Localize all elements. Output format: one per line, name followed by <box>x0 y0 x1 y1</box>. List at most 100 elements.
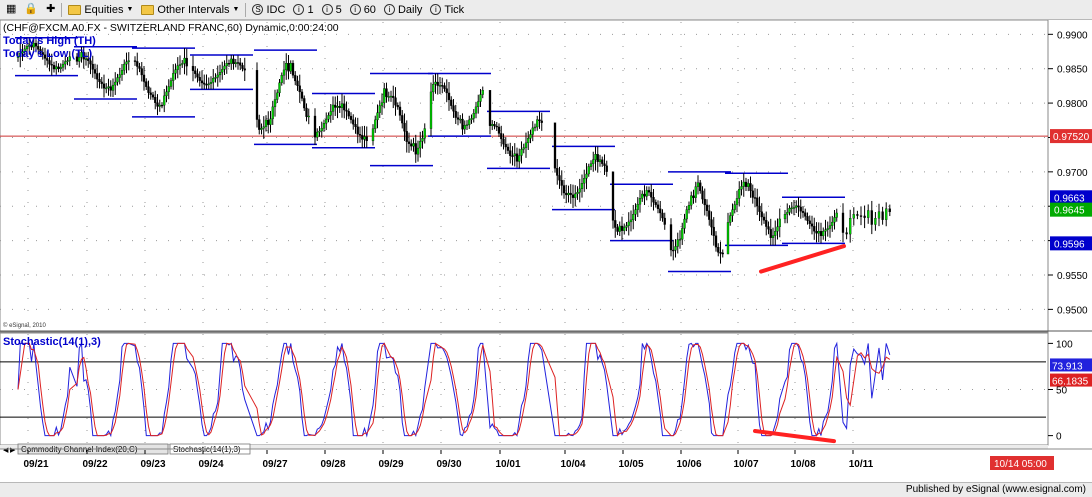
candle-body <box>61 63 65 68</box>
candle-body <box>641 193 644 199</box>
candle-body <box>520 149 523 156</box>
chevron-right-icon: ▶ <box>10 447 16 454</box>
toolbar-item-idc[interactable]: S IDC <box>250 2 287 18</box>
candle-body <box>230 58 233 64</box>
candle-body <box>767 226 770 230</box>
candle-body <box>663 217 666 225</box>
candle-body <box>322 123 326 129</box>
candle-body <box>262 126 265 129</box>
candle-body <box>738 189 741 199</box>
toolbar-item-lock[interactable]: 🔒 <box>22 2 40 18</box>
candle-body <box>792 207 796 209</box>
candle-body <box>731 209 734 216</box>
candle-body <box>234 62 237 65</box>
lock-icon: 🔒 <box>24 3 39 15</box>
candle-body <box>401 115 404 124</box>
candle-body <box>493 124 496 127</box>
candle-body <box>833 217 836 223</box>
candle-body <box>614 220 617 228</box>
x-tick-label: 10/01 <box>495 459 520 470</box>
circle-i-icon: i <box>430 4 442 15</box>
candle-body <box>778 218 781 228</box>
candle-body <box>678 239 682 241</box>
toolbar-item-5[interactable]: i5 <box>320 2 344 18</box>
candle-body <box>733 204 736 210</box>
x-tick-label: 10/11 <box>849 459 874 470</box>
candle-body <box>325 119 328 124</box>
candle-body <box>392 95 395 98</box>
candle-body <box>841 212 845 233</box>
candle-body <box>683 218 686 229</box>
y-tick-label: 0.9500 <box>1057 305 1088 316</box>
candle-body <box>627 221 630 226</box>
candle-body <box>223 65 226 70</box>
chevron-down-icon: ▼ <box>232 6 240 13</box>
toolbar-item-grid[interactable]: ▦ <box>4 2 18 18</box>
candle-body <box>808 220 811 224</box>
toolbar-item-daily[interactable]: i Daily <box>382 2 424 18</box>
candle-body <box>776 226 779 232</box>
candle-body <box>513 153 516 157</box>
candle-body <box>511 155 514 157</box>
candle-body <box>569 192 572 195</box>
candle-body <box>156 102 159 107</box>
candle-body <box>751 190 754 198</box>
candle-body <box>174 69 177 74</box>
candle-body <box>795 205 798 208</box>
candle-body <box>719 252 722 254</box>
candle-body <box>160 104 164 107</box>
candle-body <box>107 86 110 89</box>
candle-body <box>538 119 541 122</box>
candle-body <box>209 82 213 84</box>
toolbar-item-tick[interactable]: i Tick <box>428 2 466 18</box>
candle-body <box>797 205 800 208</box>
candle-body <box>518 155 521 162</box>
candle-body <box>329 111 332 116</box>
candle-body <box>459 118 462 121</box>
candle-body <box>774 231 777 236</box>
candle-body <box>574 193 577 198</box>
toolbar-item-other-intervals[interactable]: Other Intervals ▼ <box>139 2 241 18</box>
y-tick-label: 0.9800 <box>1057 99 1088 110</box>
candle-body <box>207 83 210 85</box>
candle-body <box>756 197 759 207</box>
toolbar-item-label: Equities <box>84 3 124 16</box>
time-badge: 10/14 05:00 <box>990 456 1054 470</box>
candle-body <box>214 77 217 79</box>
candle-body <box>282 69 286 76</box>
candle-body <box>316 131 319 138</box>
candle-body <box>685 209 688 220</box>
candle-body <box>753 197 757 199</box>
candle-body <box>456 117 460 120</box>
toolbar-item-plus[interactable]: ✚ <box>44 2 57 18</box>
candle-body <box>652 197 655 203</box>
stochastic-value-badge: 66.1835 <box>1050 373 1092 388</box>
tab-scroll-arrows[interactable]: ◀ ▶ <box>3 447 16 454</box>
candle-body <box>387 96 390 98</box>
candle-body <box>583 178 586 184</box>
candle-body <box>799 206 802 212</box>
candle-body <box>296 80 299 86</box>
candle-body <box>225 63 228 67</box>
candle-body <box>183 57 186 64</box>
reference-price-badge: 0.97520 <box>1050 129 1092 144</box>
candle-body <box>742 181 745 187</box>
chevron-down-icon: ▼ <box>126 6 134 13</box>
candle-body <box>57 66 60 70</box>
candle-body <box>185 57 188 67</box>
candle-body <box>479 94 482 102</box>
candle-body <box>522 147 525 150</box>
candle-body <box>313 115 317 138</box>
circle-i-icon: i <box>321 4 333 15</box>
candle-body <box>169 80 173 87</box>
candle-body <box>167 86 170 93</box>
candle-body <box>127 60 130 63</box>
candle-body <box>828 225 832 229</box>
candle-body <box>672 249 675 252</box>
toolbar-item-equities[interactable]: Equities ▼ <box>66 2 135 18</box>
toolbar-item-60[interactable]: i 60 <box>348 2 378 18</box>
svg-text:0.9645: 0.9645 <box>1054 206 1085 217</box>
toolbar-item-1[interactable]: i1 <box>291 2 315 18</box>
candle-body <box>354 124 357 127</box>
candle-body <box>762 216 766 221</box>
